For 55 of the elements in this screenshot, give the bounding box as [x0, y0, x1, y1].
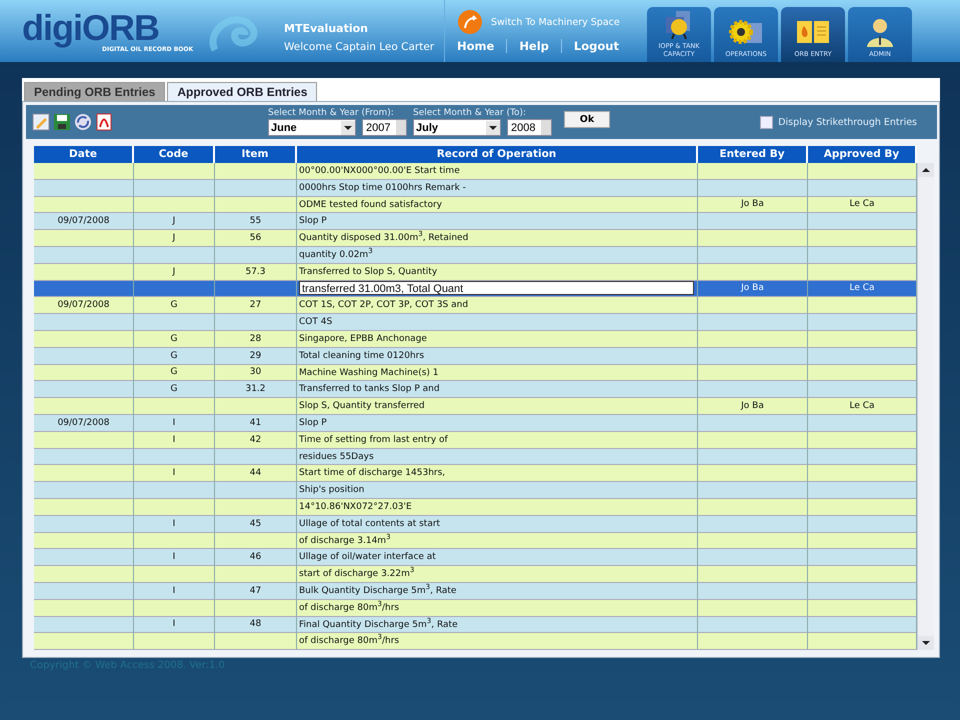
table-row[interactable]: G 28 Singapore, EPBB Anchonage — [34, 330, 917, 348]
table-row[interactable]: of discharge 80m$^{3}$/hrs — [34, 600, 917, 617]
table-row[interactable]: J 56 Quantity disposed 31.00m$^{3}$, Retained — [34, 230, 917, 247]
table-row[interactable]: transferred 31.00m3, Total Quant Jo Ba Le Ca — [34, 280, 917, 298]
table-row[interactable]: I 45 Ullage of total contents at start — [34, 516, 917, 533]
table-row[interactable]: J 57.3 Transferred to Slop S, Quantity — [34, 264, 917, 281]
month-select[interactable]: June — [268, 119, 356, 136]
table-row[interactable]: of discharge 3.14m$^{3}$ — [34, 532, 917, 550]
table-row[interactable]: 00°00.00'NX000°00.00'E Start time — [34, 163, 917, 180]
table-row[interactable]: ODME tested found satisfactory Jo Ba Le Ca — [34, 196, 917, 214]
table-row[interactable]: 09/07/2008 G 27 COT 1S, COT 2P, COT 3P, COT 3S and — [34, 297, 917, 314]
table-row[interactable]: Ship's position — [34, 482, 917, 499]
table-row[interactable]: of discharge 80m$^{3}$/hrs — [34, 633, 917, 650]
tab[interactable]: Approved ORB Entries — [167, 82, 318, 101]
account-name: MTEvaluation — [284, 22, 369, 35]
table-row[interactable]: I 47 Bulk Quantity Discharge 5m$^{3}$, Rate — [34, 582, 917, 600]
scroll-up-icon[interactable] — [918, 163, 934, 177]
table-row[interactable]: COT 4S — [34, 314, 917, 331]
logo: digiORB — [22, 10, 159, 46]
person-icon — [865, 17, 895, 47]
edit-icon[interactable] — [32, 113, 50, 131]
switch-icon[interactable] — [457, 9, 483, 35]
table-row[interactable]: 0000hrs Stop time 0100hrs Remark - — [34, 180, 917, 197]
welcome-text: Welcome Captain Leo Carter — [284, 41, 436, 53]
input-field[interactable]: transferred 31.00m3, Total Quant — [299, 280, 694, 295]
table-row[interactable]: start of discharge 3.22m$^{3}$ — [34, 566, 917, 583]
to-label: Select Month & Year (To): — [413, 108, 528, 118]
table-row[interactable]: I 42 Time of setting from last entry of — [34, 432, 917, 449]
month-select[interactable]: July — [413, 119, 501, 136]
table-row[interactable]: residues 55Days — [34, 448, 917, 466]
checkbox-label: Display Strikethrough Entries — [778, 116, 917, 128]
tab[interactable]: Pending ORB Entries — [24, 82, 166, 101]
table-row[interactable]: I 46 Ullage of oil/water interface at — [34, 549, 917, 566]
save-icon[interactable] — [53, 113, 71, 131]
year-spinner[interactable]: 2008 — [507, 119, 552, 136]
table-row[interactable]: I 44 Start time of discharge 1453hrs, — [34, 465, 917, 482]
scrollbar[interactable] — [917, 163, 934, 650]
table-row[interactable]: G 31.2 Transferred to tanks Slop P and — [34, 381, 917, 398]
table-row[interactable]: Slop S, Quantity transferred Jo Ba Le Ca — [34, 398, 917, 415]
table-row[interactable]: quantity 0.02m$^{3}$ — [34, 246, 917, 264]
gear-icon — [728, 17, 764, 47]
refresh-icon[interactable] — [74, 113, 92, 131]
table-row[interactable]: I 48 Final Quantity Discharge 5m$^{3}$, Rate — [34, 616, 917, 634]
table-cell: of discharge 80m$^{3}$/hrs — [297, 633, 698, 650]
checkbox[interactable] — [760, 116, 774, 128]
table-row[interactable]: 09/07/2008 J 55 Slop P — [34, 213, 917, 230]
from-label: Select Month & Year (From): — [268, 108, 395, 118]
ok-button[interactable]: Ok — [564, 110, 610, 128]
scroll-down-icon[interactable] — [918, 636, 934, 650]
table-row[interactable]: 09/07/2008 I 41 Slop P — [34, 414, 917, 432]
table-row[interactable]: G 29 Total cleaning time 0120hrs — [34, 348, 917, 365]
table-row[interactable]: 14°10.86'NX072°27.03'E — [34, 498, 917, 516]
table-row[interactable]: G 30 Machine Washing Machine(s) 1 — [34, 364, 917, 382]
pdf-icon[interactable] — [95, 113, 113, 131]
year-spinner[interactable]: 2007 — [362, 119, 407, 136]
